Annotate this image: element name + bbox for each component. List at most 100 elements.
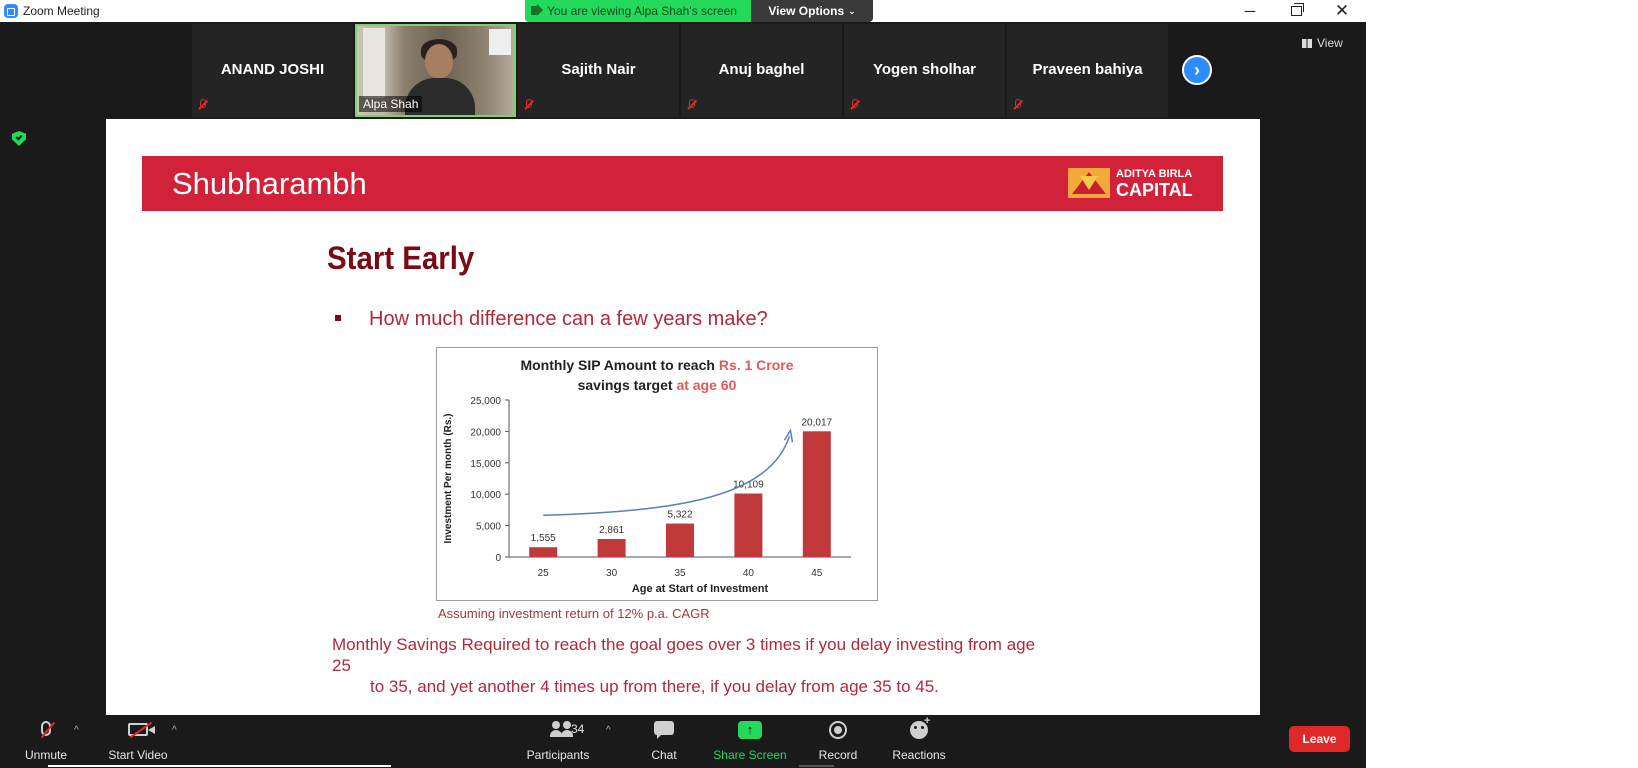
view-options-button[interactable]: View Options ⌄ bbox=[751, 0, 873, 22]
start-video-button[interactable]: Start Video bbox=[104, 715, 172, 768]
bar-value-label: 5,322 bbox=[667, 510, 692, 521]
x-tick-label: 40 bbox=[743, 568, 755, 579]
unmute-button[interactable]: Unmute bbox=[14, 715, 78, 768]
close-icon: ✕ bbox=[1334, 1, 1350, 20]
participant-tile[interactable]: Anuj baghel bbox=[681, 24, 842, 117]
share-screen-arrow-icon: ↑ bbox=[738, 721, 762, 739]
next-participants-button[interactable]: › bbox=[1182, 55, 1212, 85]
chart-title-segment: Monthly SIP Amount to reach bbox=[520, 357, 718, 373]
video-background-window bbox=[363, 28, 385, 98]
record-button[interactable]: Record bbox=[812, 715, 864, 768]
muted-mic-icon bbox=[196, 98, 208, 110]
view-options-label: View Options bbox=[768, 4, 845, 18]
share-screen-button[interactable]: ↑ Share Screen bbox=[712, 715, 788, 768]
chevron-right-icon: › bbox=[1194, 59, 1200, 80]
x-tick-label: 35 bbox=[674, 568, 686, 579]
window-title: Zoom Meeting bbox=[23, 4, 100, 18]
close-button[interactable]: ✕ bbox=[1319, 0, 1365, 22]
toolbar-scroll-indicator bbox=[799, 765, 834, 767]
y-tick-label: 15,000 bbox=[470, 459, 501, 470]
slide-body-text: Monthly Savings Required to reach the go… bbox=[332, 634, 1052, 697]
participant-name: Anuj baghel bbox=[718, 61, 805, 78]
participant-name: Sajith Nair bbox=[561, 61, 636, 78]
audio-options-caret-icon[interactable]: ^ bbox=[74, 725, 79, 736]
logo-text-line2: CAPITAL bbox=[1116, 180, 1193, 200]
minimize-button[interactable]: ─ bbox=[1227, 0, 1273, 22]
bar-value-label: 1,555 bbox=[531, 533, 556, 544]
company-logo: ADITYA BIRLA CAPITAL bbox=[1068, 168, 1198, 200]
slide-body-line: Monthly Savings Required to reach the go… bbox=[332, 635, 1036, 675]
zoom-app-icon bbox=[4, 4, 18, 18]
chart-title-segment: at age 60 bbox=[676, 377, 736, 393]
bar-value-label: 2,861 bbox=[599, 525, 624, 536]
chart-bar bbox=[529, 547, 558, 557]
chat-button[interactable]: Chat bbox=[640, 715, 688, 768]
chart-title-segment: savings target bbox=[578, 377, 677, 393]
chat-bubble-icon bbox=[654, 721, 674, 739]
x-tick-label: 30 bbox=[606, 568, 618, 579]
chart-bar bbox=[734, 493, 763, 557]
participant-tile[interactable]: Sajith Nair bbox=[518, 24, 679, 117]
logo-text-line1: ADITYA BIRLA bbox=[1116, 168, 1193, 180]
participant-video-tile[interactable]: Alpa Shah bbox=[355, 24, 516, 117]
x-tick-label: 45 bbox=[811, 568, 823, 579]
x-tick-label: 25 bbox=[538, 568, 550, 579]
share-screen-label: Share Screen bbox=[713, 748, 787, 762]
leave-meeting-button[interactable]: Leave bbox=[1289, 726, 1350, 752]
bar-value-label: 20,017 bbox=[802, 417, 833, 428]
chat-label: Chat bbox=[651, 748, 677, 762]
meeting-toolbar: Unmute ^ Start Video ^ 34 Participants ^… bbox=[0, 715, 1366, 768]
restore-button[interactable] bbox=[1273, 0, 1319, 22]
participants-label: Participants bbox=[526, 748, 590, 762]
chart-bar bbox=[597, 539, 626, 557]
chart-title-segment: Rs. 1 Crore bbox=[719, 357, 794, 373]
logo-mark-icon bbox=[1068, 168, 1110, 198]
viewing-indicator: You are viewing Alpa Shah's screen bbox=[525, 0, 751, 22]
y-tick-label: 10,000 bbox=[470, 490, 501, 501]
video-person-face bbox=[425, 44, 453, 78]
slide-title: Start Early bbox=[327, 240, 475, 276]
reactions-button[interactable]: Reactions bbox=[888, 715, 950, 768]
bullet-marker bbox=[335, 315, 341, 321]
shared-slide: Shubharambh ADITYA BIRLA CAPITAL Start E… bbox=[106, 119, 1260, 715]
slide-body-line: to 35, and yet another 4 times up from t… bbox=[370, 677, 939, 696]
security-shield-icon[interactable] bbox=[12, 131, 26, 146]
video-options-caret-icon[interactable]: ^ bbox=[172, 725, 177, 736]
chart-bar bbox=[666, 523, 694, 557]
participant-tile[interactable]: Yogen sholhar bbox=[844, 24, 1005, 117]
zoom-window: Zoom Meeting ─ ✕ You are viewing Alpa Sh… bbox=[0, 0, 1366, 768]
view-layout-button[interactable]: View bbox=[1302, 34, 1358, 52]
participant-tile[interactable]: Praveen bahiya bbox=[1007, 24, 1168, 117]
participants-caret-icon[interactable]: ^ bbox=[606, 725, 611, 736]
viewing-text: You are viewing Alpa Shah's screen bbox=[547, 4, 737, 18]
restore-icon bbox=[1290, 3, 1304, 16]
muted-mic-icon bbox=[685, 98, 697, 110]
x-axis-label: Age at Start of Investment bbox=[632, 583, 769, 595]
chart-footnote: Assuming investment return of 12% p.a. C… bbox=[438, 606, 710, 621]
taskbar-highlight bbox=[48, 765, 391, 767]
minimize-icon: ─ bbox=[1244, 2, 1256, 20]
chart-title: savings target at age 60 bbox=[578, 377, 737, 393]
y-tick-label: 5,000 bbox=[476, 522, 501, 533]
participants-button[interactable]: 34 Participants bbox=[520, 715, 596, 768]
video-background-frame bbox=[489, 29, 511, 55]
view-label: View bbox=[1317, 36, 1343, 50]
muted-mic-icon bbox=[1011, 98, 1023, 110]
reactions-smiley-icon bbox=[910, 715, 930, 739]
participant-name: Praveen bahiya bbox=[1032, 61, 1143, 78]
muted-mic-icon bbox=[522, 98, 534, 110]
record-label: Record bbox=[818, 748, 858, 762]
sip-chart-svg: Monthly SIP Amount to reach Rs. 1 Crore s… bbox=[443, 357, 851, 595]
y-tick-label: 20,000 bbox=[470, 427, 501, 438]
video-off-icon bbox=[128, 723, 155, 736]
y-tick-label: 25,000 bbox=[470, 396, 501, 407]
participant-name: Alpa Shah bbox=[359, 96, 423, 112]
reactions-label: Reactions bbox=[892, 748, 946, 762]
participant-name: ANAND JOSHI bbox=[220, 61, 325, 78]
participant-tile[interactable]: ANAND JOSHI bbox=[192, 24, 353, 117]
speaker-icon bbox=[531, 4, 543, 16]
chart-title: Monthly SIP Amount to reach Rs. 1 Crore bbox=[520, 357, 793, 373]
chevron-down-icon: ⌄ bbox=[848, 5, 856, 16]
muted-mic-icon bbox=[848, 98, 860, 110]
muted-microphone-icon bbox=[41, 721, 51, 736]
